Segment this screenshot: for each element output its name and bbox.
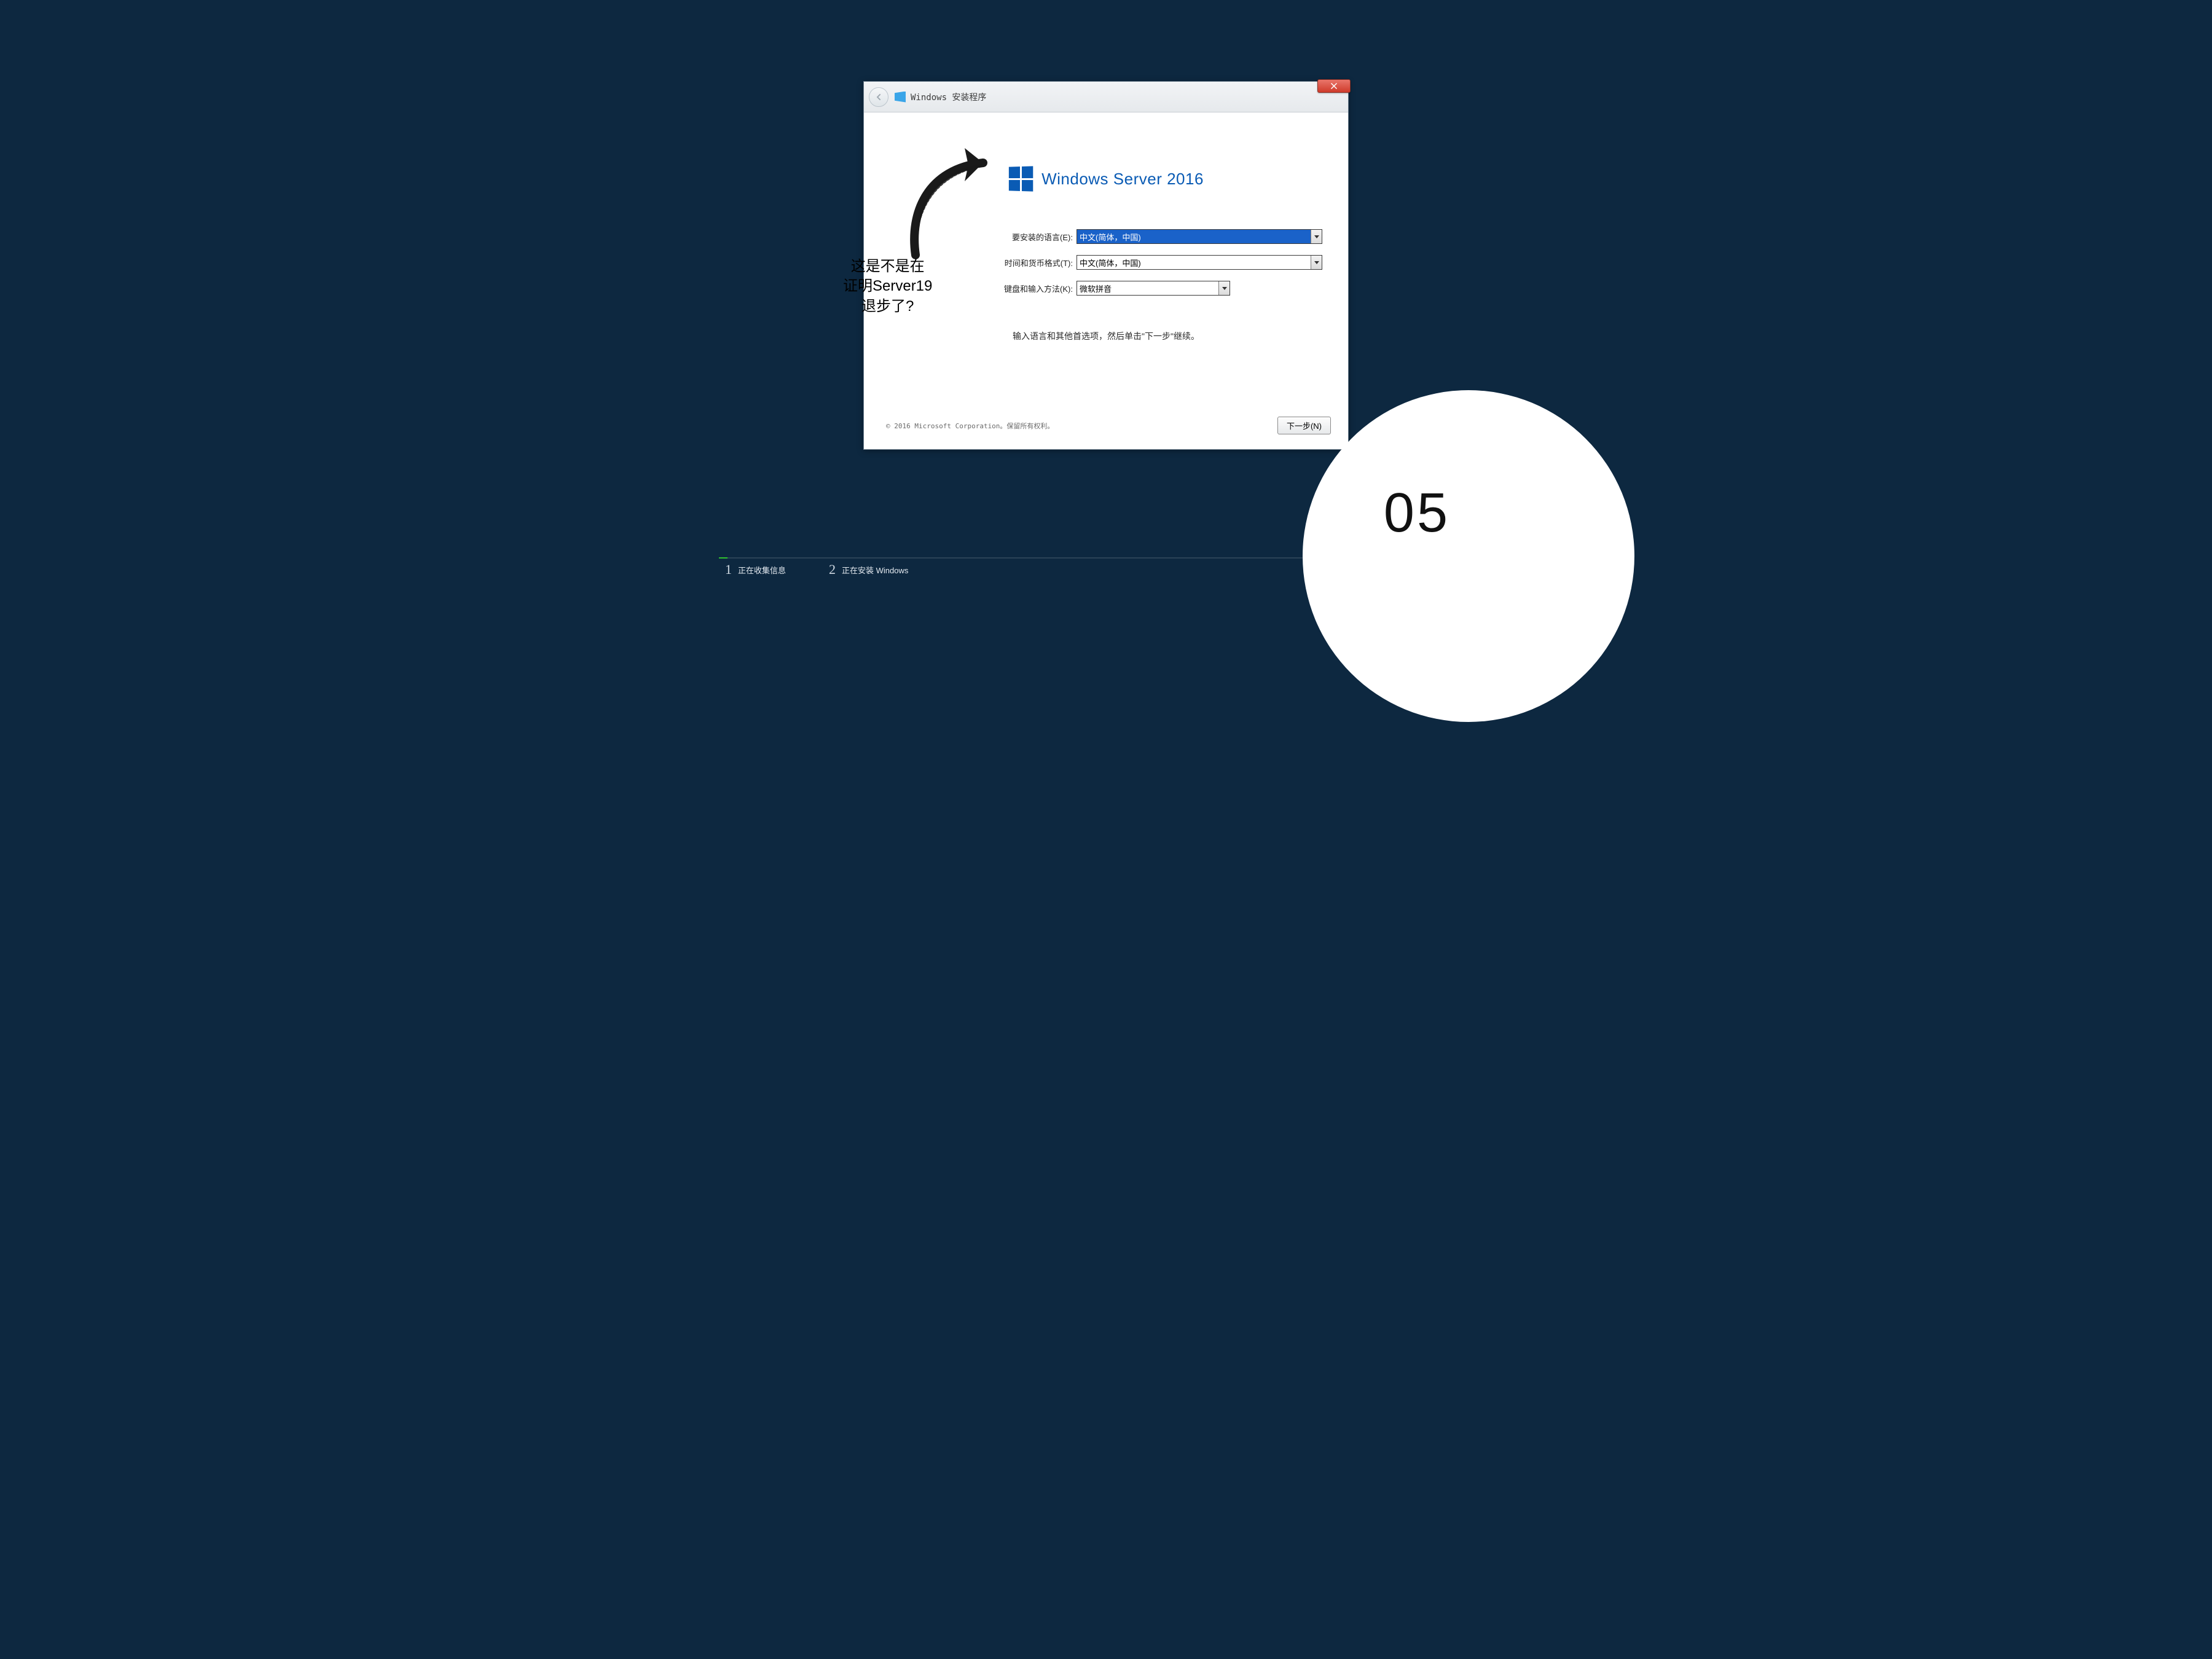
- step-install-windows: 2 正在安装 Windows: [829, 562, 908, 578]
- keyboard-label: 键盘和输入方法(K):: [978, 283, 1077, 294]
- chevron-down-icon[interactable]: [1311, 256, 1322, 269]
- chevron-down-icon[interactable]: [1218, 281, 1230, 295]
- corner-circle: [1303, 390, 1634, 722]
- chevron-down-icon[interactable]: [1311, 230, 1322, 243]
- keyboard-value: 微软拼音: [1080, 283, 1112, 294]
- installer-window: Windows 安装程序 Windows Server 2016 要安装的语言(…: [863, 81, 1349, 450]
- annotation-line-2: 证明Server19: [843, 276, 932, 296]
- windows-logo-icon: [1009, 166, 1033, 191]
- language-value: 中文(简体，中国): [1080, 231, 1141, 243]
- back-button[interactable]: [869, 87, 888, 107]
- time-label: 时间和货币格式(T):: [978, 257, 1077, 269]
- annotation-line-1: 这是不是在: [843, 257, 932, 276]
- close-icon: [1330, 82, 1338, 90]
- windows-flag-icon: [895, 92, 906, 103]
- step-2-label: 正在安装 Windows: [842, 564, 908, 576]
- window-footer: © 2016 Microsoft Corporation。保留所有权利。 下一步…: [886, 417, 1331, 434]
- titlebar: Windows 安装程序: [864, 82, 1348, 112]
- annotation-line-3: 退步了?: [843, 297, 932, 316]
- screen: Windows 安装程序 Windows Server 2016 要安装的语言(…: [719, 0, 1493, 581]
- time-row: 时间和货币格式(T): 中文(简体，中国): [978, 255, 1322, 270]
- brand-row: Windows Server 2016: [886, 167, 1326, 191]
- window-title: Windows 安装程序: [911, 91, 986, 103]
- instruction-text: 输入语言和其他首选项，然后单击"下一步"继续。: [886, 330, 1326, 342]
- step-1-label: 正在收集信息: [738, 564, 786, 576]
- keyboard-row: 键盘和输入方法(K): 微软拼音: [978, 281, 1322, 296]
- language-select[interactable]: 中文(简体，中国): [1077, 229, 1322, 244]
- close-button[interactable]: [1317, 79, 1351, 93]
- step-1-number: 1: [725, 562, 732, 578]
- annotation-text: 这是不是在 证明Server19 退步了?: [843, 257, 932, 316]
- back-arrow-icon: [874, 92, 884, 102]
- window-content: Windows Server 2016 要安装的语言(E): 中文(简体，中国)…: [864, 112, 1348, 449]
- language-label: 要安装的语言(E):: [978, 231, 1077, 243]
- brand-text: Windows Server 2016: [1041, 170, 1204, 189]
- step-2-number: 2: [829, 562, 836, 578]
- next-button[interactable]: 下一步(N): [1277, 417, 1331, 434]
- slide-number: 05: [1384, 482, 1450, 545]
- time-value: 中文(简体，中国): [1080, 257, 1141, 269]
- setup-form: 要安装的语言(E): 中文(简体，中国) 时间和货币格式(T): 中文(简体，中…: [978, 229, 1322, 296]
- keyboard-select[interactable]: 微软拼音: [1077, 281, 1230, 296]
- language-row: 要安装的语言(E): 中文(简体，中国): [978, 229, 1322, 244]
- copyright-text: © 2016 Microsoft Corporation。保留所有权利。: [886, 421, 1054, 431]
- step-collect-info: 1 正在收集信息: [725, 562, 786, 578]
- time-select[interactable]: 中文(简体，中国): [1077, 255, 1322, 270]
